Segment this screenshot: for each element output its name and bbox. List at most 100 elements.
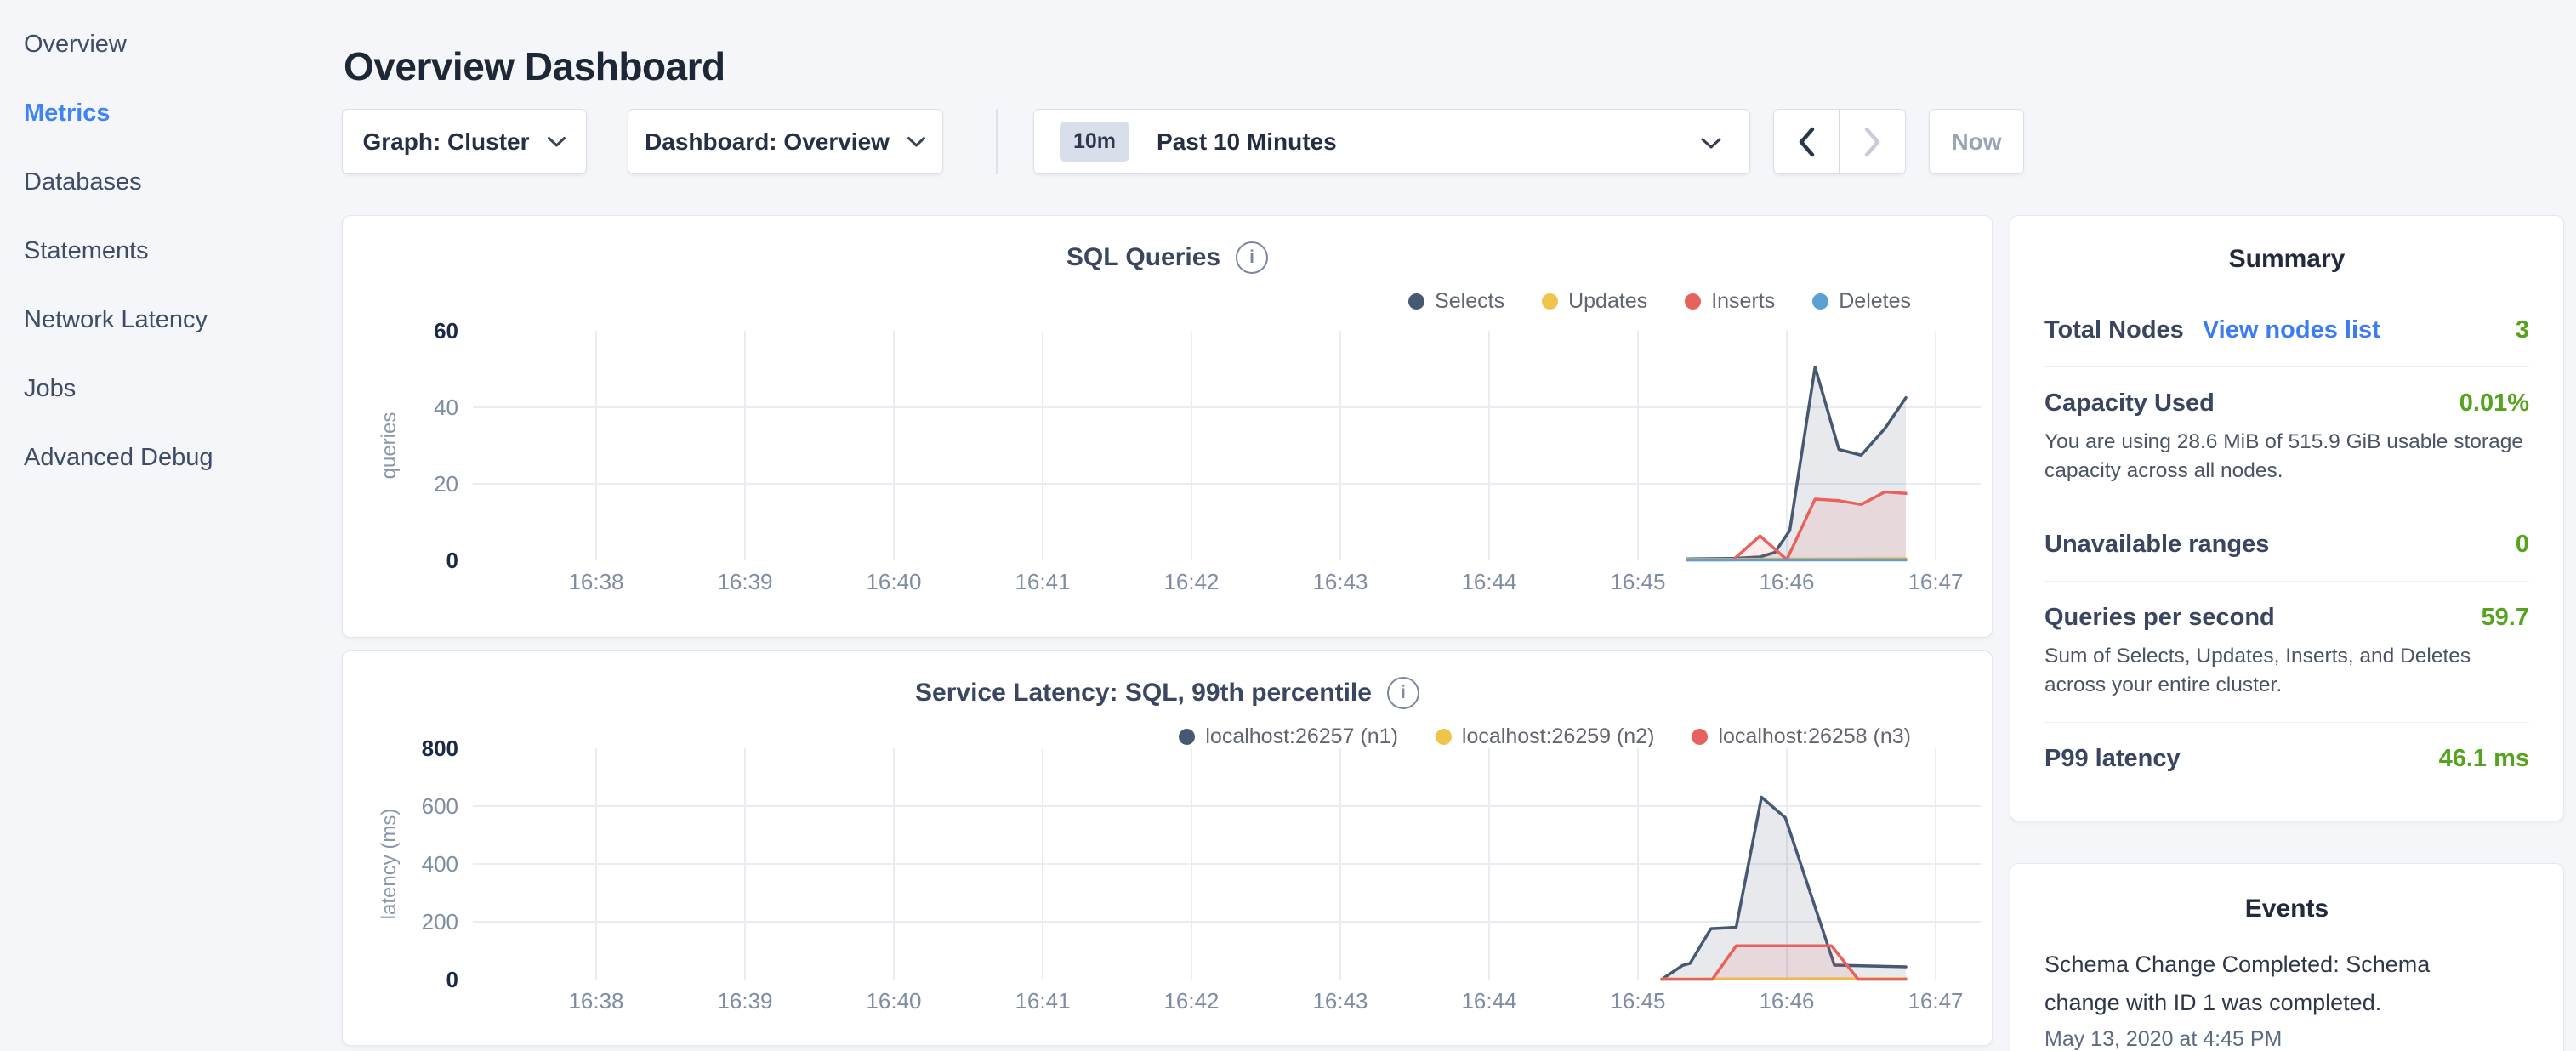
sidebar-item-metrics[interactable]: Metrics bbox=[24, 79, 340, 148]
p99-latency-value: 46.1 ms bbox=[2439, 745, 2529, 773]
sidebar-list: OverviewMetricsDatabasesStatementsNetwor… bbox=[24, 10, 340, 492]
time-step-buttons bbox=[1773, 109, 1906, 174]
time-window-badge: 10m bbox=[1060, 122, 1129, 162]
time-window-label: Past 10 Minutes bbox=[1157, 128, 1337, 156]
info-icon[interactable]: i bbox=[1387, 677, 1419, 709]
svg-text:16:44: 16:44 bbox=[1461, 569, 1516, 594]
sql-queries-chart[interactable]: 16:38 16:39 16:40 16:41 16:42 16:43 16:44 16:45… bbox=[343, 310, 1993, 607]
events-panel: Events Schema Change Completed: Schema c… bbox=[2010, 863, 2564, 1051]
queries-per-second-value: 59.7 bbox=[2482, 604, 2529, 632]
event-message: Schema Change Completed: Schema change w… bbox=[2044, 946, 2436, 1022]
summary-title: Summary bbox=[2044, 245, 2529, 274]
svg-text:16:44: 16:44 bbox=[1461, 988, 1516, 1014]
svg-text:16:47: 16:47 bbox=[1908, 569, 1963, 594]
sidebar-item-jobs[interactable]: Jobs bbox=[24, 355, 340, 423]
capacity-used-label: Capacity Used bbox=[2044, 389, 2215, 418]
sidebar-item-statements[interactable]: Statements bbox=[24, 217, 340, 286]
svg-text:16:46: 16:46 bbox=[1759, 569, 1814, 594]
unavailable-ranges-label: Unavailable ranges bbox=[2044, 531, 2269, 559]
svg-text:16:45: 16:45 bbox=[1610, 988, 1665, 1014]
summary-row-p99-latency: P99 latency 46.1 ms bbox=[2044, 722, 2529, 795]
p99-latency-label: P99 latency bbox=[2044, 745, 2181, 773]
summary-row-capacity-used: Capacity Used 0.01% You are using 28.6 M… bbox=[2044, 366, 2529, 508]
time-range-selector[interactable]: 10m Past 10 Minutes bbox=[1033, 109, 1750, 174]
sidebar-item-network-latency[interactable]: Network Latency bbox=[24, 286, 340, 355]
svg-text:latency (ms): latency (ms) bbox=[378, 809, 401, 920]
legend-dot-icon bbox=[1812, 293, 1828, 310]
svg-text:400: 400 bbox=[422, 851, 458, 877]
view-nodes-list-link[interactable]: View nodes list bbox=[2203, 316, 2380, 344]
service-latency-chart[interactable]: 16:38 16:39 16:40 16:41 16:42 16:43 16:44 16:45… bbox=[343, 735, 1993, 1028]
summary-row-unavailable-ranges: Unavailable ranges 0 bbox=[2044, 508, 2529, 581]
chevron-left-icon bbox=[1798, 127, 1816, 157]
svg-text:16:40: 16:40 bbox=[866, 988, 921, 1014]
svg-text:16:43: 16:43 bbox=[1312, 569, 1368, 594]
svg-text:16:38: 16:38 bbox=[568, 988, 623, 1014]
info-icon[interactable]: i bbox=[1236, 241, 1268, 274]
now-button[interactable]: Now bbox=[1929, 109, 2024, 174]
svg-text:queries: queries bbox=[378, 412, 401, 480]
sidebar-item-advanced-debug[interactable]: Advanced Debug bbox=[24, 423, 340, 492]
svg-text:16:46: 16:46 bbox=[1759, 988, 1814, 1014]
chevron-right-icon bbox=[1863, 127, 1881, 157]
svg-text:16:39: 16:39 bbox=[717, 569, 772, 594]
app-screen: OverviewMetricsDatabasesStatementsNetwor… bbox=[0, 0, 2576, 1051]
svg-text:16:42: 16:42 bbox=[1163, 988, 1219, 1014]
svg-text:16:41: 16:41 bbox=[1015, 569, 1070, 594]
svg-text:16:39: 16:39 bbox=[717, 988, 772, 1014]
svg-text:40: 40 bbox=[434, 395, 458, 420]
svg-text:16:42: 16:42 bbox=[1163, 569, 1219, 594]
chart-title-row: Service Latency: SQL, 99th percentile i bbox=[343, 677, 1992, 709]
svg-text:16:45: 16:45 bbox=[1610, 569, 1665, 594]
capacity-used-value: 0.01% bbox=[2459, 389, 2529, 418]
unavailable-ranges-value: 0 bbox=[2516, 531, 2529, 559]
queries-per-second-label: Queries per second bbox=[2044, 604, 2275, 632]
sql-queries-chart-title: SQL Queries bbox=[1066, 243, 1220, 272]
legend-dot-icon bbox=[1542, 293, 1558, 310]
svg-text:16:41: 16:41 bbox=[1015, 988, 1070, 1014]
page-title: Overview Dashboard bbox=[344, 43, 725, 89]
sidebar-nav: OverviewMetricsDatabasesStatementsNetwor… bbox=[0, 0, 340, 1051]
sidebar-item-overview[interactable]: Overview bbox=[24, 10, 340, 79]
svg-text:16:40: 16:40 bbox=[866, 569, 921, 594]
chevron-down-icon bbox=[547, 136, 566, 148]
svg-text:16:43: 16:43 bbox=[1312, 988, 1368, 1014]
events-title: Events bbox=[2044, 895, 2529, 923]
dashboard-selector-label: Dashboard: Overview bbox=[645, 128, 890, 156]
dashboard-selector-dropdown[interactable]: Dashboard: Overview bbox=[628, 109, 943, 174]
summary-row-total-nodes: Total Nodes View nodes list 3 bbox=[2044, 294, 2529, 366]
svg-text:800: 800 bbox=[422, 736, 458, 761]
svg-text:600: 600 bbox=[422, 793, 458, 819]
summary-panel: Summary Total Nodes View nodes list 3 Ca… bbox=[2010, 215, 2564, 821]
event-timestamp: May 13, 2020 at 4:45 PM bbox=[2044, 1027, 2529, 1051]
sidebar-item-databases[interactable]: Databases bbox=[24, 148, 340, 217]
graph-selector-label: Graph: Cluster bbox=[362, 128, 529, 156]
svg-text:0: 0 bbox=[446, 967, 458, 992]
graph-selector-dropdown[interactable]: Graph: Cluster bbox=[342, 109, 587, 174]
time-forward-button[interactable] bbox=[1840, 109, 1906, 174]
summary-row-queries-per-second: Queries per second 59.7 Sum of Selects, … bbox=[2044, 581, 2529, 722]
total-nodes-value: 3 bbox=[2516, 316, 2529, 344]
svg-text:200: 200 bbox=[422, 909, 458, 935]
service-latency-chart-card: Service Latency: SQL, 99th percentile i … bbox=[342, 650, 1993, 1046]
sql-queries-chart-card: SQL Queries i SelectsUpdatesInsertsDelet… bbox=[342, 215, 1993, 638]
toolbar: Graph: Cluster Dashboard: Overview 10m P… bbox=[342, 109, 2024, 174]
queries-per-second-description: Sum of Selects, Updates, Inserts, and De… bbox=[2044, 642, 2529, 700]
svg-text:16:47: 16:47 bbox=[1908, 988, 1963, 1014]
toolbar-divider bbox=[996, 109, 998, 174]
capacity-used-description: You are using 28.6 MiB of 515.9 GiB usab… bbox=[2044, 428, 2529, 486]
legend-dot-icon bbox=[1408, 293, 1424, 310]
svg-text:0: 0 bbox=[446, 548, 458, 573]
total-nodes-label: Total Nodes bbox=[2044, 316, 2184, 344]
svg-text:20: 20 bbox=[434, 471, 458, 497]
service-latency-chart-title: Service Latency: SQL, 99th percentile bbox=[915, 679, 1372, 707]
chevron-down-icon bbox=[1700, 137, 1722, 150]
time-back-button[interactable] bbox=[1773, 109, 1840, 174]
legend-dot-icon bbox=[1685, 293, 1701, 310]
svg-text:16:38: 16:38 bbox=[568, 569, 623, 594]
svg-text:60: 60 bbox=[434, 318, 458, 344]
chevron-down-icon bbox=[907, 136, 926, 148]
events-list: Schema Change Completed: Schema change w… bbox=[2044, 946, 2529, 1051]
event-item: Schema Change Completed: Schema change w… bbox=[2044, 946, 2529, 1051]
chart-title-row: SQL Queries i bbox=[343, 241, 1992, 274]
